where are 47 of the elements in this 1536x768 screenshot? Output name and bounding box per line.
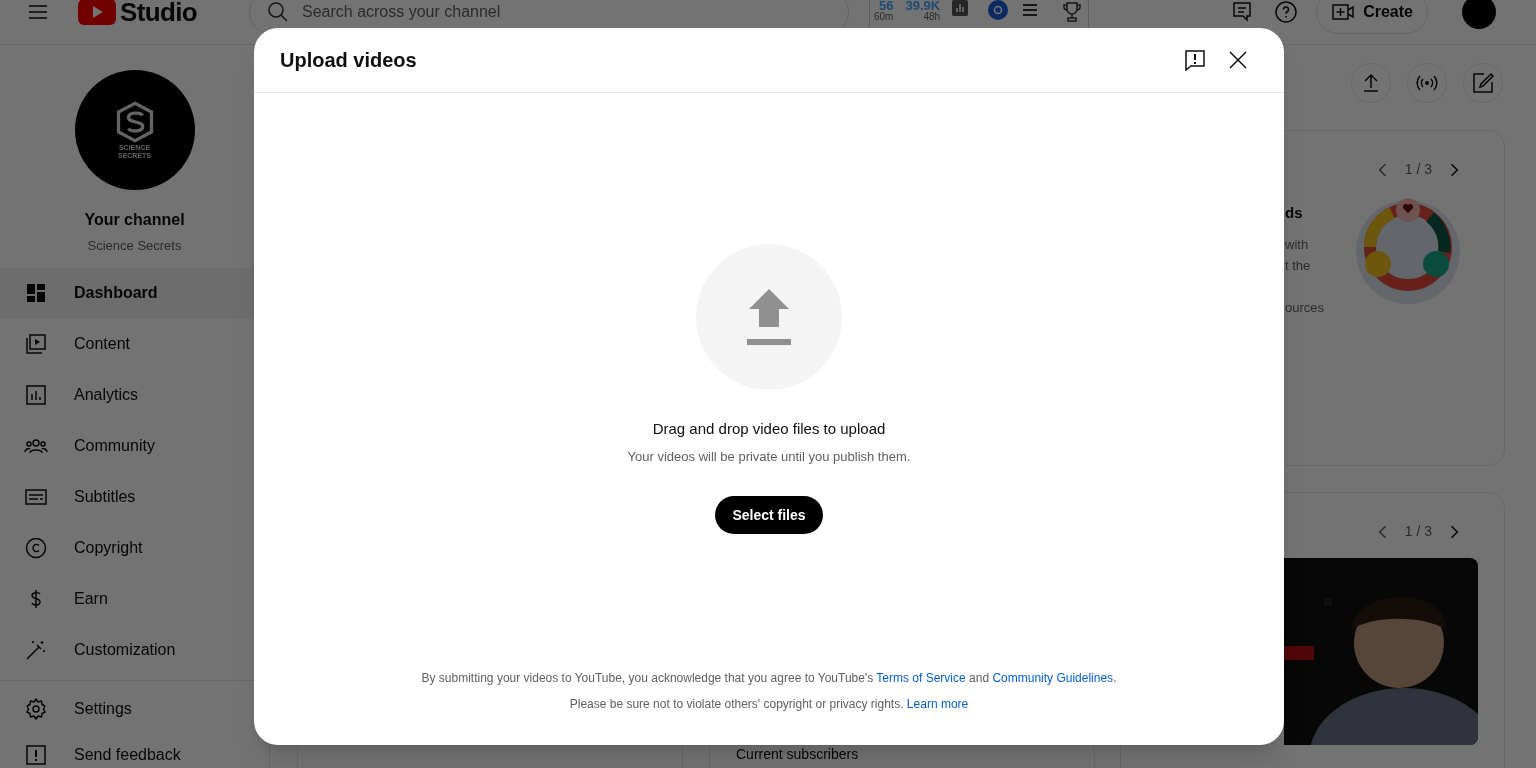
card-label: Current subscribers [736,746,859,762]
search-icon [266,0,290,24]
search-placeholder: Search across your channel [302,2,501,22]
privacy-note: Your videos will be private until you publish them. [627,447,911,466]
logo-text: Studio [120,0,197,29]
sidebar-item[interactable]: Analytics [0,369,259,421]
legal-link[interactable]: Terms of Service [876,671,966,685]
sidebar-item[interactable]: Copyright [0,522,259,574]
legal-text: Please be sure not to violate others' copyright or privacy rights. Learn more [569,696,969,713]
stat-period: 60m [874,10,894,22]
edit-icon [1471,71,1495,95]
dashboard-icon [24,281,48,305]
feedback-icon[interactable] [1183,48,1207,72]
bar-chart-icon[interactable] [952,0,969,16]
play-logo-icon [78,0,116,25]
upload-prompt: Drag and drop video files to upload [652,419,886,439]
account-avatar[interactable] [1462,0,1496,29]
sidebar-item[interactable]: Send feedback [0,731,269,768]
legal-link[interactable]: Learn more [906,697,969,711]
settings-icon [24,696,48,721]
bar-chart-icon [24,383,48,407]
card-text: ources [1285,298,1326,317]
legal-text: By submitting your videos to YouTube, you acknowledge that you agree to YouTube's Terms of Service and Community Guidelines. [421,670,1117,687]
copyright-icon [24,536,48,560]
page-counter: 1 / 3 [1404,522,1432,541]
sidebar-item[interactable]: Settings [0,685,269,732]
card-text: with [1285,235,1310,254]
card-heading: ds [1285,203,1304,223]
stat-value: 39.9K [905,0,941,11]
feedback-icon [24,742,48,767]
stat-value: 56 [878,0,894,11]
dialog-title: Upload videos [280,48,418,73]
select-files-button[interactable]: Select files [715,496,823,534]
badge-icon[interactable] [988,0,1009,20]
help-icon[interactable] [1274,0,1299,24]
card-text: t the [1285,256,1312,275]
video-library-icon [24,332,48,356]
stat-period: 48h [923,10,941,22]
magic-wand-icon [24,638,48,662]
sidebar-item[interactable]: Subtitles [0,471,259,523]
channel-title: Your channel [84,210,185,230]
page-counter: 1 / 3 [1404,160,1432,179]
sidebar-item[interactable]: Earn [0,573,259,625]
sidebar-item[interactable]: Customization [0,624,259,676]
channel-name: Science Secrets [87,237,182,255]
upload-icon [747,289,791,345]
sidebar-item[interactable]: Community [0,420,259,472]
